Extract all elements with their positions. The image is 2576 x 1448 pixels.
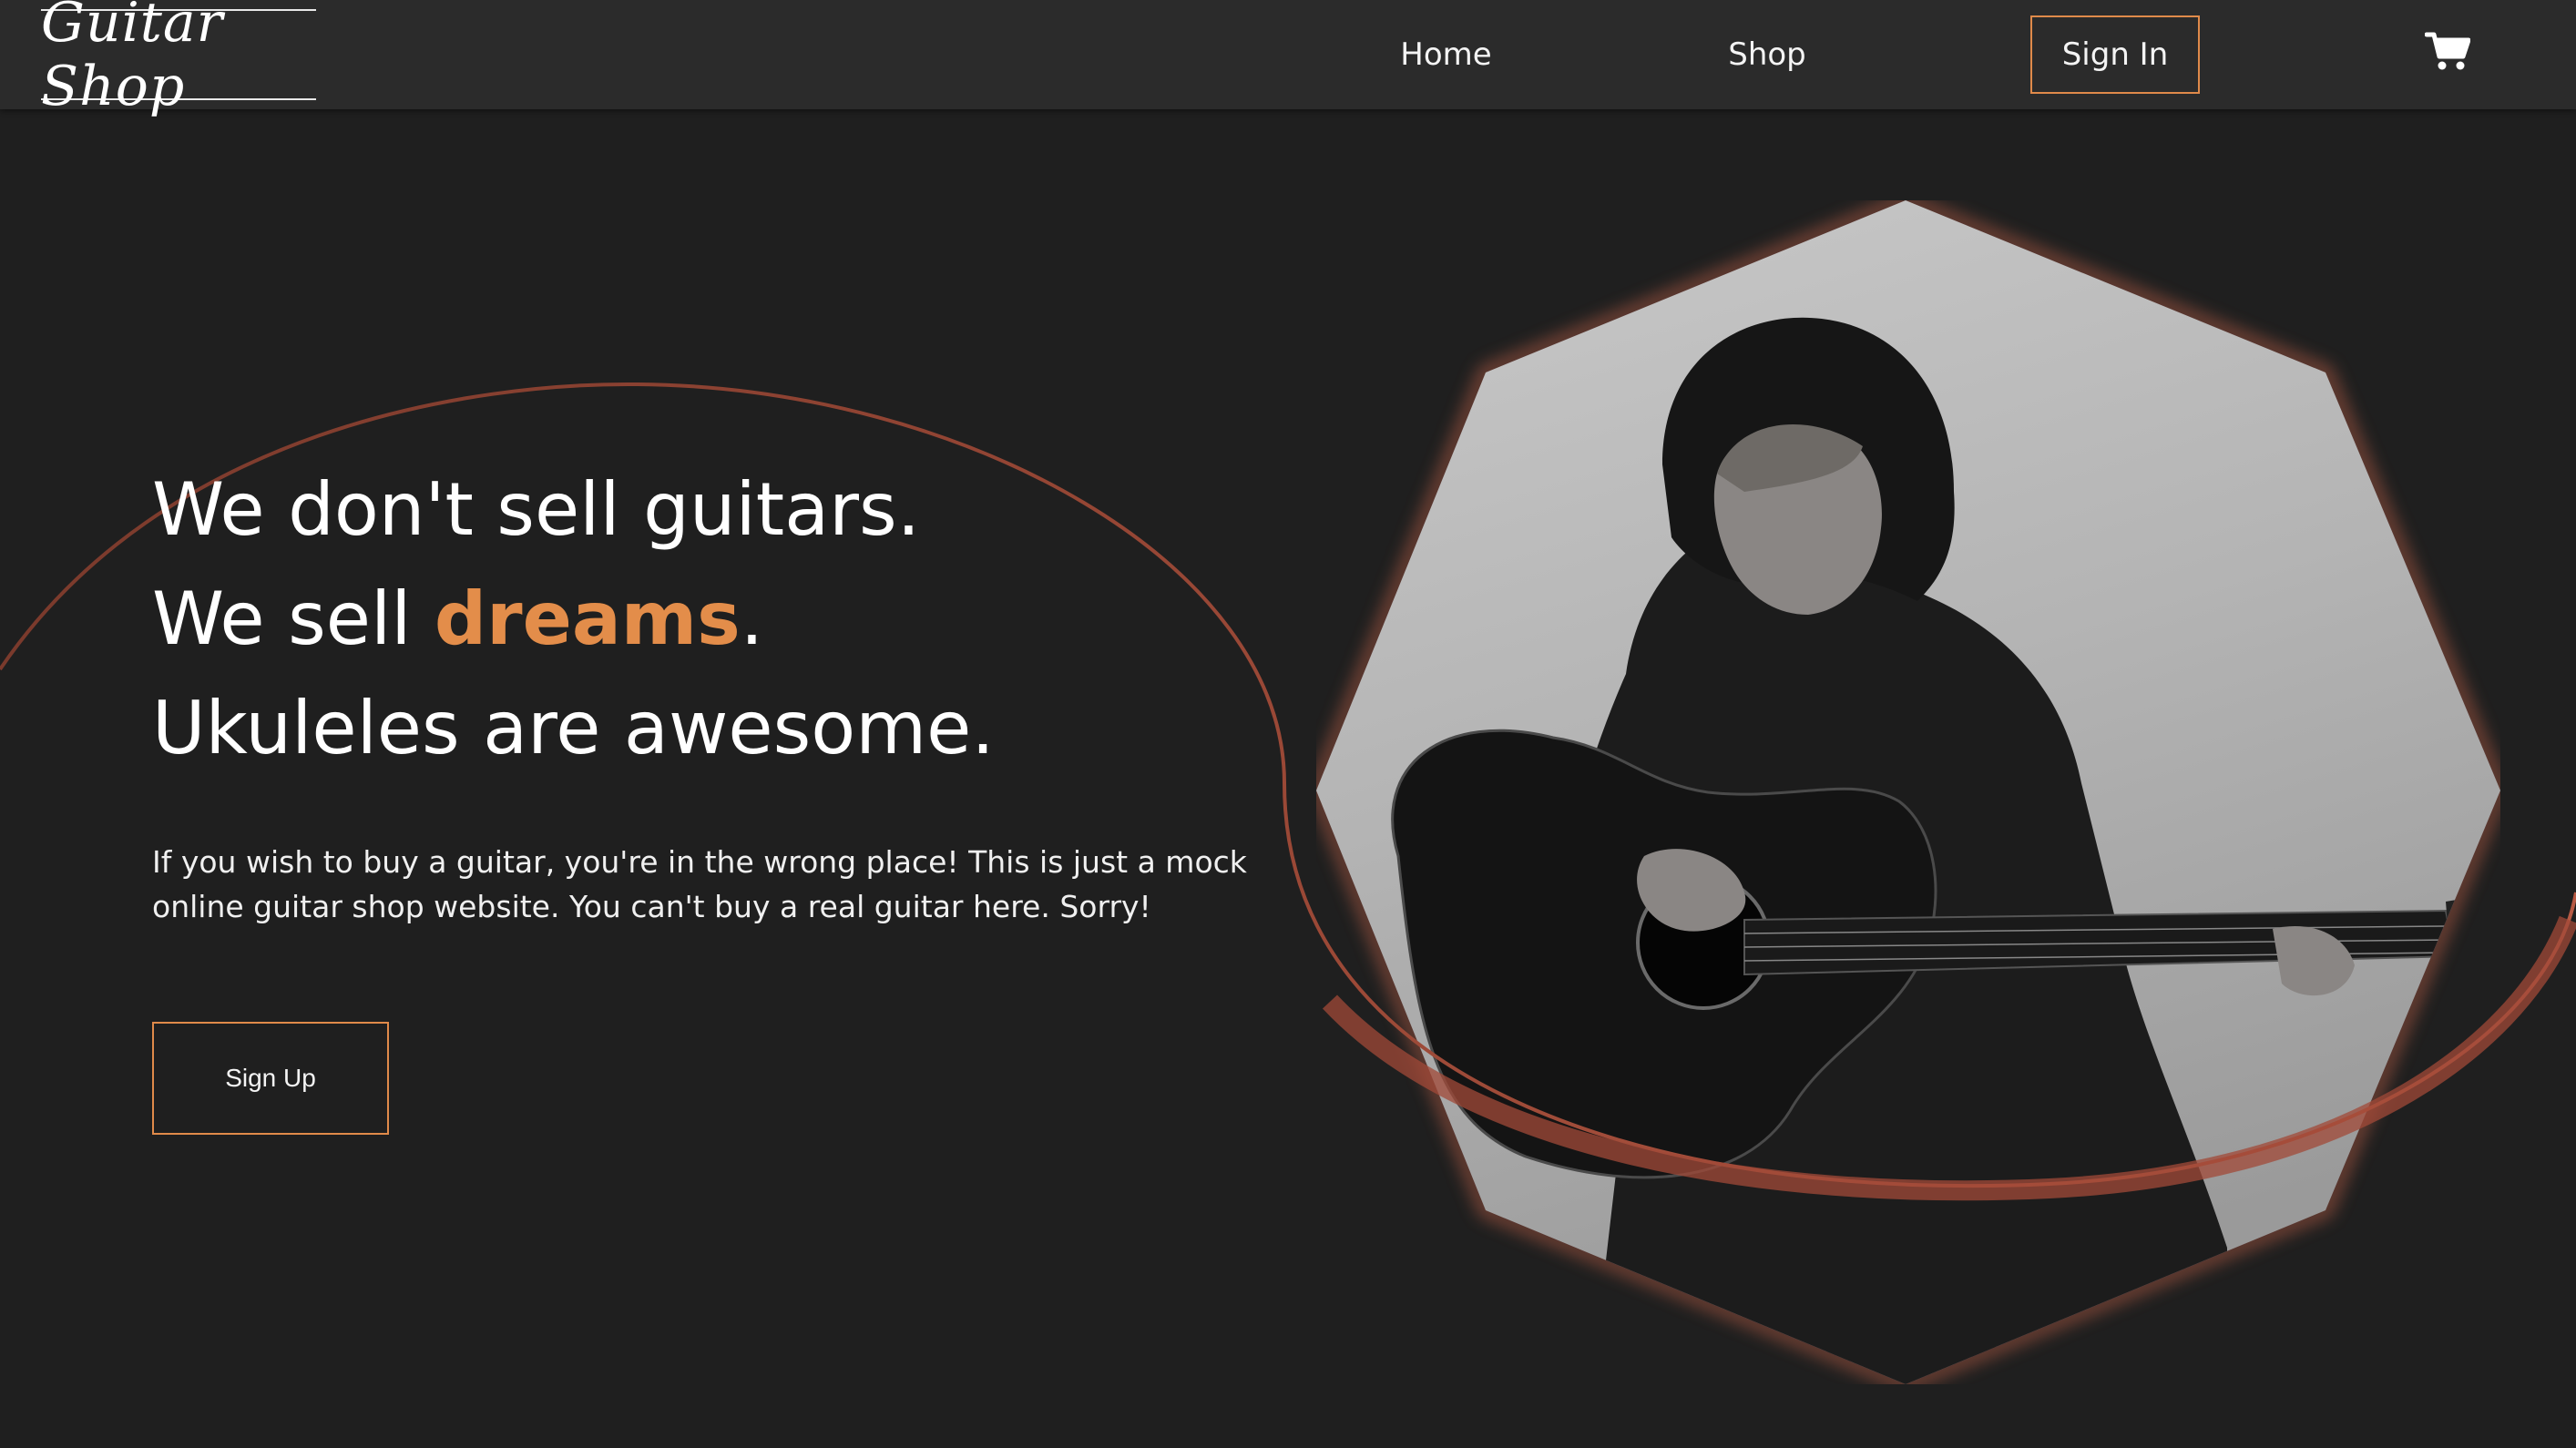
nav-shop-link[interactable]: Shop — [1690, 27, 1845, 82]
sign-in-button[interactable]: Sign In — [2030, 15, 2200, 94]
headline-prefix: We sell — [152, 576, 434, 661]
hero-guitarist-image — [1316, 200, 2500, 1384]
sign-up-button[interactable]: Sign Up — [152, 1022, 389, 1135]
hero-headline-line-1: We don't sell guitars. — [152, 467, 921, 552]
nav-home-link[interactable]: Home — [1366, 27, 1526, 82]
navbar: Guitar Shop Home Shop Sign In — [0, 0, 2576, 118]
headline-suffix: . — [740, 576, 764, 661]
hero-headline-line-3: Ukuleles are awesome. — [152, 686, 995, 770]
site-logo[interactable]: Guitar Shop — [41, 0, 316, 118]
page: Guitar Shop Home Shop Sign In We don't s… — [0, 0, 2576, 1448]
shopping-cart-icon[interactable] — [2424, 31, 2471, 71]
hero-headline-line-2: We sell dreams. — [152, 583, 763, 656]
headline-accent-word: dreams — [434, 576, 741, 661]
hero-description: If you wish to buy a guitar, you're in t… — [152, 844, 1247, 924]
